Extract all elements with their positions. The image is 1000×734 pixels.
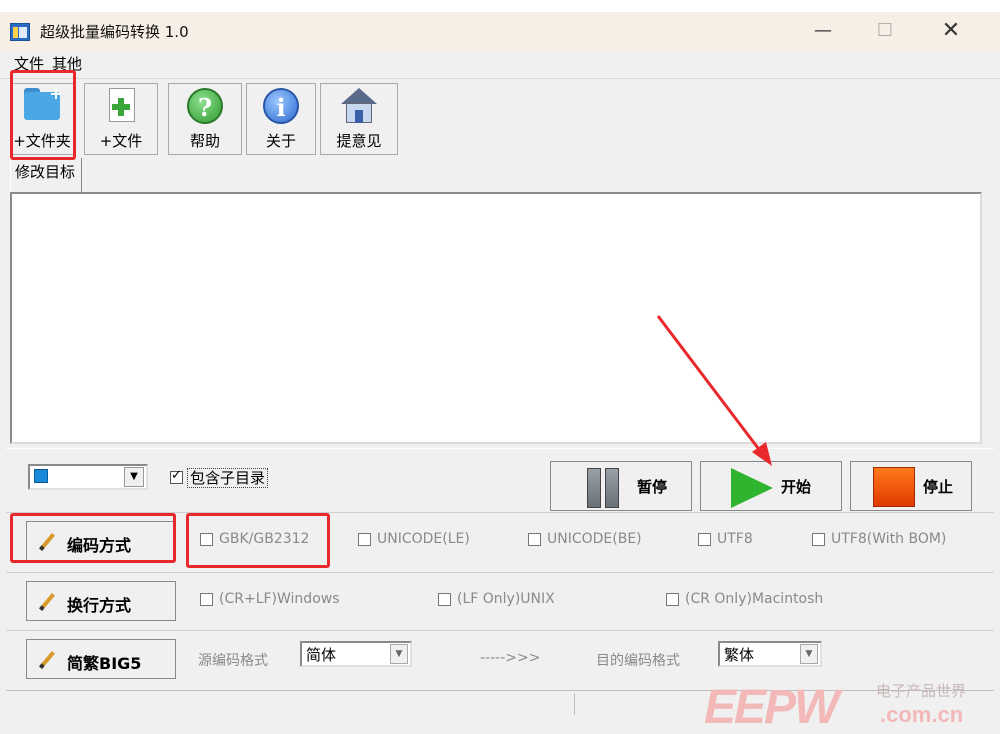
encoding-mode-label: 编码方式 bbox=[67, 536, 132, 555]
add-file-label: +文件 bbox=[99, 132, 143, 150]
checkbox-icon[interactable] bbox=[528, 532, 541, 546]
watermark-cn-text: 电子产品世界 bbox=[876, 682, 967, 700]
chevron-down-icon[interactable]: ▼ bbox=[800, 644, 818, 664]
encoding-option-label: UNICODE(BE) bbox=[547, 531, 642, 547]
line-ending-option-label: (CR+LF)Windows bbox=[219, 591, 340, 607]
encoding-option-label: UTF8 bbox=[717, 531, 753, 547]
start-button[interactable]: 开始 bbox=[700, 461, 842, 511]
watermark-logo: EEPW bbox=[704, 681, 839, 734]
color-combo-box[interactable]: ▼ bbox=[28, 464, 148, 490]
file-add-icon bbox=[106, 88, 136, 124]
watermark: EEPW 电子产品世界 .com.cn bbox=[704, 676, 1000, 734]
about-button[interactable]: i 关于 bbox=[246, 83, 316, 155]
big5-button[interactable]: 简繁BIG5 bbox=[26, 639, 176, 679]
pause-button[interactable]: 暂停 bbox=[550, 461, 692, 511]
checkbox-icon[interactable] bbox=[666, 592, 679, 606]
line-ending-option-unix[interactable]: (LF Only)UNIX bbox=[438, 591, 555, 607]
target-file-list[interactable] bbox=[10, 192, 982, 444]
encoding-option-unicode-be[interactable]: UNICODE(BE) bbox=[528, 531, 642, 547]
about-label: 关于 bbox=[265, 132, 296, 150]
pencil-icon bbox=[39, 533, 55, 551]
add-folder-label: +文件夹 bbox=[13, 132, 71, 150]
pencil-icon bbox=[39, 651, 55, 669]
add-file-button[interactable]: +文件 bbox=[84, 83, 158, 155]
target-encoding-value: 繁体 bbox=[724, 646, 755, 664]
line-ending-label: 换行方式 bbox=[67, 596, 132, 615]
help-button[interactable]: ? 帮助 bbox=[168, 83, 242, 155]
info-icon: i bbox=[263, 88, 299, 124]
checkbox-icon[interactable] bbox=[200, 592, 213, 606]
line-ending-option-label: (CR Only)Macintosh bbox=[685, 591, 824, 607]
checkbox-icon[interactable] bbox=[170, 468, 183, 484]
watermark-url: .com.cn bbox=[880, 702, 964, 727]
chevron-down-icon[interactable]: ▼ bbox=[390, 644, 408, 664]
help-icon: ? bbox=[187, 88, 223, 124]
line-ending-option-windows[interactable]: (CR+LF)Windows bbox=[200, 591, 340, 607]
stop-label: 停止 bbox=[923, 478, 954, 496]
encoding-option-label: UTF8(With BOM) bbox=[831, 531, 947, 547]
encoding-option-utf8[interactable]: UTF8 bbox=[698, 531, 753, 547]
control-row: ▼ 包含子目录 暂停 开始 停止 bbox=[6, 448, 994, 511]
checkbox-icon[interactable] bbox=[812, 532, 825, 546]
menu-bar: 文件 其他 bbox=[0, 50, 1000, 76]
big5-label: 简繁BIG5 bbox=[67, 654, 142, 673]
app-window: 超级批量编码转换 1.0 — ☐ ✕ 文件 其他 + +文件夹 +文件 ? 帮助… bbox=[0, 12, 1000, 734]
conversion-arrow-text: ----->>> bbox=[480, 650, 541, 666]
pencil-icon bbox=[39, 593, 55, 611]
house-icon bbox=[340, 88, 378, 124]
source-encoding-value: 简体 bbox=[306, 646, 337, 664]
chevron-down-icon[interactable]: ▼ bbox=[124, 467, 144, 487]
source-encoding-select[interactable]: 简体 ▼ bbox=[300, 641, 412, 667]
window-title: 超级批量编码转换 1.0 bbox=[40, 23, 189, 41]
include-subdirs-label: 包含子目录 bbox=[187, 468, 269, 488]
target-encoding-label: 目的编码格式 bbox=[596, 653, 680, 669]
encoding-row: 编码方式 GBK/GB2312 UNICODE(LE) UNICODE(BE) … bbox=[6, 512, 994, 568]
help-label: 帮助 bbox=[189, 132, 220, 150]
color-swatch bbox=[34, 469, 48, 483]
menu-file[interactable]: 文件 bbox=[14, 53, 44, 74]
checkbox-icon[interactable] bbox=[698, 532, 711, 546]
menu-other[interactable]: 其他 bbox=[52, 53, 82, 74]
target-encoding-select[interactable]: 繁体 ▼ bbox=[718, 641, 822, 667]
line-ending-option-label: (LF Only)UNIX bbox=[457, 591, 555, 607]
start-label: 开始 bbox=[781, 478, 812, 496]
title-bar: 超级批量编码转换 1.0 — ☐ ✕ bbox=[0, 12, 1000, 50]
include-subdirs-checkbox[interactable]: 包含子目录 bbox=[170, 467, 269, 488]
encoding-option-utf8-bom[interactable]: UTF8(With BOM) bbox=[812, 531, 946, 547]
source-encoding-label: 源编码格式 bbox=[198, 653, 268, 669]
feedback-label: 提意见 bbox=[336, 132, 382, 150]
pause-label: 暂停 bbox=[637, 478, 668, 496]
toolbar: + +文件夹 +文件 ? 帮助 i 关于 提意见 bbox=[0, 78, 1000, 158]
line-ending-option-mac[interactable]: (CR Only)Macintosh bbox=[666, 591, 823, 607]
checkbox-icon[interactable] bbox=[438, 592, 451, 606]
checkbox-icon[interactable] bbox=[200, 532, 213, 546]
close-button[interactable]: ✕ bbox=[928, 15, 974, 47]
play-icon bbox=[731, 468, 773, 508]
encoding-option-gbk[interactable]: GBK/GB2312 bbox=[200, 531, 309, 547]
feedback-button[interactable]: 提意见 bbox=[320, 83, 398, 155]
tab-modify-target[interactable]: 修改目标 bbox=[10, 158, 83, 192]
checkbox-icon[interactable] bbox=[358, 532, 371, 546]
maximize-button[interactable]: ☐ bbox=[862, 15, 908, 47]
line-ending-button[interactable]: 换行方式 bbox=[26, 581, 176, 621]
stop-icon bbox=[873, 467, 915, 507]
add-folder-button[interactable]: + +文件夹 bbox=[10, 83, 74, 155]
minimize-button[interactable]: — bbox=[800, 15, 846, 47]
line-ending-row: 换行方式 (CR+LF)Windows (LF Only)UNIX (CR On… bbox=[6, 572, 994, 628]
encoding-option-label: GBK/GB2312 bbox=[219, 531, 310, 547]
encoding-option-label: UNICODE(LE) bbox=[377, 531, 470, 547]
encoding-mode-button[interactable]: 编码方式 bbox=[26, 521, 176, 561]
tab-strip: 修改目标 bbox=[0, 158, 1000, 192]
app-icon bbox=[10, 23, 30, 41]
stop-button[interactable]: 停止 bbox=[850, 461, 972, 511]
pause-icon bbox=[587, 468, 623, 512]
folder-add-icon: + bbox=[22, 86, 63, 122]
encoding-option-unicode-le[interactable]: UNICODE(LE) bbox=[358, 531, 470, 547]
